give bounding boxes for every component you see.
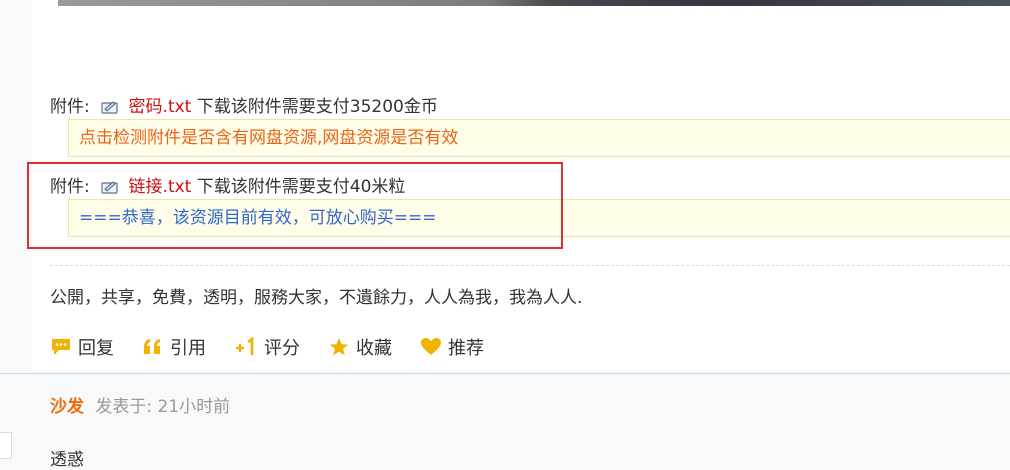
reply-button[interactable]: 回复 xyxy=(50,334,114,360)
favorite-label: 收藏 xyxy=(356,338,392,359)
side-panel-edge xyxy=(0,432,12,459)
post-separator xyxy=(0,373,1010,374)
rate-label: 评分 xyxy=(264,338,300,359)
quote-button[interactable]: 引用 xyxy=(142,334,206,360)
signature-divider xyxy=(50,265,1010,266)
attachment-filename-link[interactable]: 密码.txt xyxy=(129,97,192,117)
check-attachment-link[interactable]: 点击检测附件是否含有网盘资源,网盘资源是否有效 xyxy=(68,119,1010,157)
rate-button[interactable]: 评分 xyxy=(234,334,300,360)
red-highlight-box xyxy=(27,162,563,249)
signature-text: 公開，共享，免費，透明，服務大家，不遺餘力，人人為我，我為人人. xyxy=(50,288,583,308)
plus-one-icon xyxy=(236,337,254,355)
recommend-button[interactable]: 推荐 xyxy=(420,334,484,360)
recommend-label: 推荐 xyxy=(448,338,484,359)
heart-icon xyxy=(421,338,441,355)
post-actions-bar: 回复 引用 评分 收藏 推荐 xyxy=(50,332,512,362)
attachment-file-icon xyxy=(101,99,119,114)
attachment-price-text: 下载该附件需要支付35200金币 xyxy=(196,97,438,117)
post-image-bottom-edge xyxy=(58,0,1010,6)
reply-body-text: 透惑 xyxy=(50,450,84,470)
reply-header: 沙发 发表于: 21小时前 xyxy=(50,392,230,417)
attachment-line-1: 附件: 密码.txt 下载该附件需要支付35200金币 xyxy=(50,92,438,117)
post-time: 发表于: 21小时前 xyxy=(95,397,231,417)
reply-label: 回复 xyxy=(78,338,114,359)
attachment-label: 附件: xyxy=(50,97,90,117)
star-icon xyxy=(329,338,349,356)
floor-label[interactable]: 沙发 xyxy=(50,397,84,417)
quote-label: 引用 xyxy=(170,338,206,359)
quote-icon xyxy=(144,339,160,354)
reply-bubble-icon xyxy=(52,339,70,355)
favorite-button[interactable]: 收藏 xyxy=(328,334,392,360)
